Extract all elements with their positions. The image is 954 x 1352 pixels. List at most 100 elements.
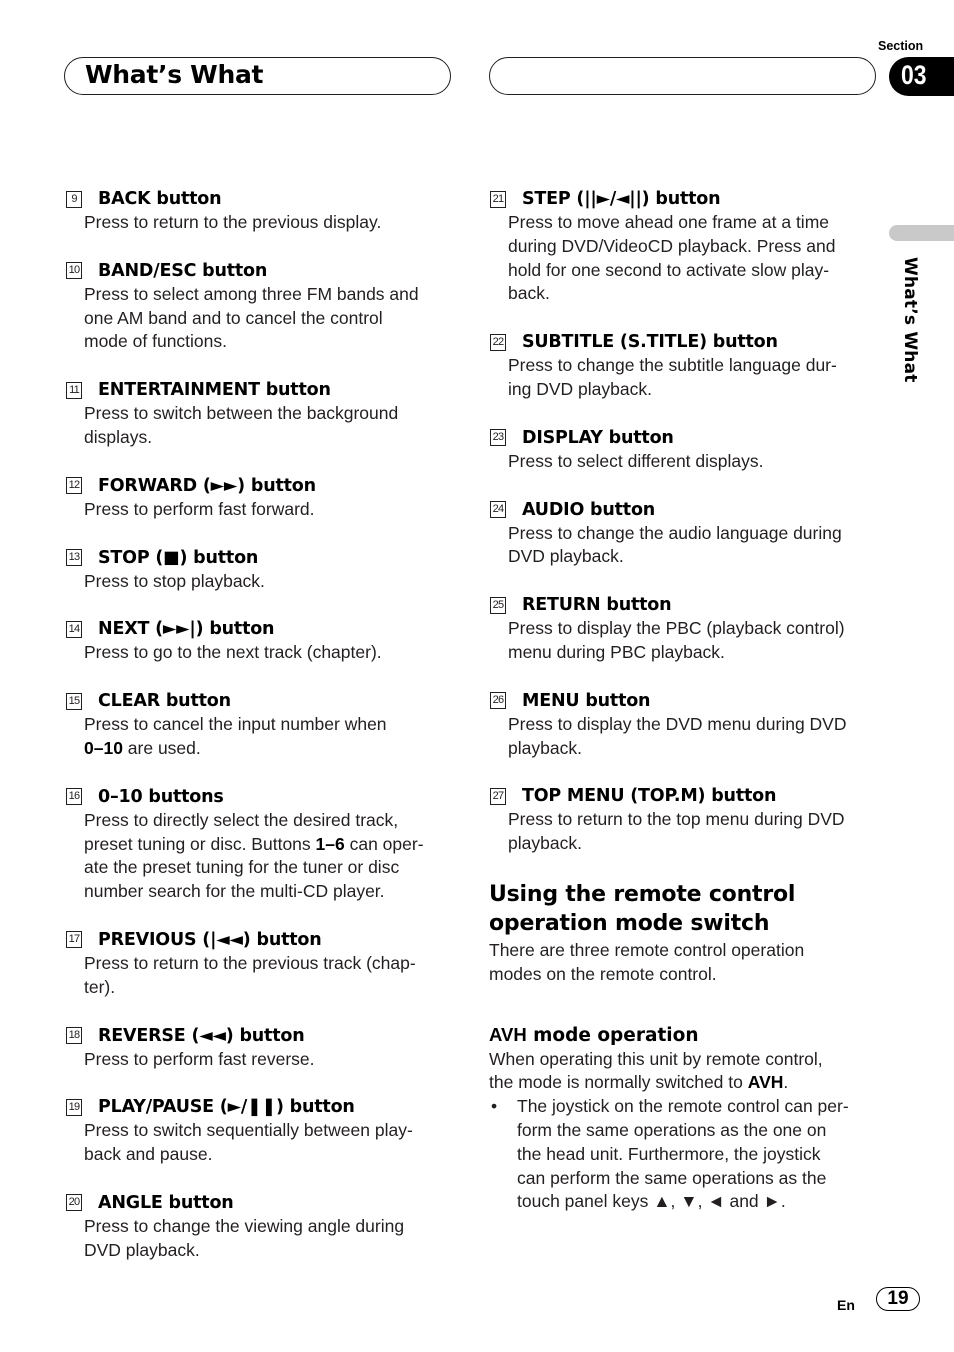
item-title: NEXT (►►|) button <box>98 619 275 640</box>
section-heading: Using the remote control operation mode … <box>489 880 874 939</box>
item-title: 0–10 buttons <box>98 786 224 807</box>
button-description-item: 27 TOP MENU (TOP.M) button Press to return… <box>489 784 874 856</box>
description-line: Press to display the DVD menu during DVD <box>508 713 847 734</box>
callout-number: 10 <box>66 262 82 280</box>
bullet-line: The joystick on the remote control can p… <box>517 1096 849 1117</box>
item-description: Press to cancel the input number when 0–1… <box>65 713 455 761</box>
item-title: REVERSE (◄◄) button <box>98 1025 305 1046</box>
callout-number: 17 <box>66 931 82 949</box>
item-description: Press to display the PBC (playback contr… <box>489 617 874 665</box>
button-description-item: 14 NEXT (►►|) button Press to go to the ne… <box>65 617 455 665</box>
description-line: Press to change the audio language durin… <box>508 522 842 543</box>
description-line: Press to perform fast forward. <box>84 498 315 519</box>
button-description-item: 22 SUBTITLE (S.TITLE) button Press to chan… <box>489 330 874 402</box>
item-heading: 27 TOP MENU (TOP.M) button <box>489 784 874 808</box>
description-line: Press to perform fast reverse. <box>84 1048 315 1069</box>
description-line: Press to change the viewing angle during <box>84 1215 405 1236</box>
item-heading: 14 NEXT (►►|) button <box>65 617 455 641</box>
description-text: Press to cancel the input number when <box>84 714 387 735</box>
description-text: number search for the multi-CD player. <box>84 881 385 902</box>
bullet-line: form the same operations as the one on <box>517 1119 827 1140</box>
description-line: playback. <box>508 833 582 854</box>
item-heading: 22 SUBTITLE (S.TITLE) button <box>489 330 874 354</box>
callout-number: 19 <box>66 1098 82 1116</box>
callout-number: 20 <box>66 1194 82 1212</box>
description-text: can oper- <box>344 833 424 854</box>
item-description: Press to perform fast reverse. <box>65 1048 455 1072</box>
item-heading: 15 CLEAR button <box>65 689 455 713</box>
description-line: displays. <box>84 426 153 447</box>
description-text: are used. <box>122 737 201 758</box>
item-title: TOP MENU (TOP.M) button <box>522 786 777 807</box>
description-line: Press to change the subtitle language du… <box>508 355 837 376</box>
item-description: Press to change the subtitle language du… <box>489 354 874 402</box>
description-line: one AM band and to cancel the control <box>84 307 383 328</box>
item-description: Press to perform fast forward. <box>65 498 455 522</box>
item-description: Press to directly select the desired tra… <box>65 809 455 904</box>
page-title: What’s What <box>85 60 264 89</box>
header-title-frame: What’s What <box>64 57 451 95</box>
item-title: DISPLAY button <box>522 427 674 448</box>
description-line: Press to go to the next track (chapter). <box>84 642 382 663</box>
item-description: Press to move ahead one frame at a time d… <box>489 211 874 306</box>
item-heading: 17 PREVIOUS (|◄◄) button <box>65 928 455 952</box>
callout-number: 22 <box>490 333 506 351</box>
avh-line: the mode is normally switched to AVH. <box>489 1071 874 1095</box>
item-title: RETURN button <box>522 595 672 616</box>
button-description-item: 12 FORWARD (►►) button Press to perform fa… <box>65 474 455 522</box>
item-heading: 13 STOP (■) button <box>65 546 455 570</box>
description-line: mode of functions. <box>84 331 227 352</box>
section-label: Section <box>878 39 924 53</box>
item-description: Press to select among three FM bands and… <box>65 283 455 354</box>
button-description-item: 10 BAND/ESC button Press to select among t… <box>65 259 455 354</box>
button-description-item: 9 BACK button Press to return to the previ… <box>65 187 455 235</box>
item-heading: 23 DISPLAY button <box>489 426 874 450</box>
item-title: FORWARD (►►) button <box>98 475 316 496</box>
description-line: Press to stop playback. <box>84 570 265 591</box>
item-title: BACK button <box>98 189 222 209</box>
section-number: 03 <box>901 60 927 90</box>
button-description-item: 25 RETURN button Press to display the PBC … <box>489 593 874 665</box>
item-title: PLAY/PAUSE (►/❚❚) button <box>98 1097 355 1118</box>
callout-number: 12 <box>66 477 82 495</box>
description-text: Press to directly select the desired tra… <box>84 809 399 830</box>
bullet-line: can perform the same operations as the <box>517 1167 827 1188</box>
item-title: SUBTITLE (S.TITLE) button <box>522 332 778 353</box>
avh-paragraph: When operating this unit by remote contr… <box>489 1048 874 1096</box>
side-tab-marker <box>889 225 954 241</box>
item-title: STEP (||►/◄||) button <box>522 189 721 209</box>
item-description: Press to select different displays. <box>489 450 874 474</box>
sub-heading-mode: AVH <box>489 1023 527 1045</box>
callout-number: 24 <box>490 501 506 519</box>
button-description-item: 24 AUDIO button Press to change the audio … <box>489 498 874 570</box>
intro-paragraph: There are three remote control operation… <box>489 939 874 987</box>
callout-number: 16 <box>66 788 82 806</box>
page-number: 19 <box>876 1287 920 1311</box>
description-line: DVD playback. <box>508 546 624 567</box>
item-title: CLEAR button <box>98 691 231 712</box>
callout-number: 21 <box>490 190 506 208</box>
bullet-item: • The joystick on the remote control can… <box>489 1095 874 1214</box>
item-description: Press to switch sequentially between pla… <box>65 1119 455 1167</box>
item-description: Press to change the viewing angle during… <box>65 1215 455 1263</box>
sub-heading-text: mode operation <box>526 1024 699 1046</box>
callout-number: 26 <box>490 692 506 710</box>
callout-number: 14 <box>66 620 82 638</box>
description-line: Press to select different displays. <box>508 450 764 471</box>
section-heading-line: operation mode switch <box>489 911 770 937</box>
callout-number: 11 <box>66 381 82 399</box>
callout-number: 13 <box>66 549 82 567</box>
right-items-list: 21 STEP (||►/◄||) button Press to move ahe… <box>489 187 874 856</box>
item-title: ANGLE button <box>98 1192 234 1213</box>
footer-language: En <box>837 1297 855 1313</box>
description-text: preset tuning or disc. Buttons <box>84 833 316 854</box>
item-title: ENTERTAINMENT button <box>98 380 331 401</box>
item-title: MENU button <box>522 690 651 711</box>
item-heading: 20 ANGLE button <box>65 1191 455 1215</box>
button-description-item: 15 CLEAR button Press to cancel the input … <box>65 689 455 761</box>
callout-number: 18 <box>66 1027 82 1045</box>
callout-number: 25 <box>490 596 506 614</box>
button-description-item: 17 PREVIOUS (|◄◄) button Press to return t… <box>65 928 455 1000</box>
button-description-item: 18 REVERSE (◄◄) button Press to perform fa… <box>65 1024 455 1072</box>
intro-line: There are three remote control operation <box>489 939 805 960</box>
